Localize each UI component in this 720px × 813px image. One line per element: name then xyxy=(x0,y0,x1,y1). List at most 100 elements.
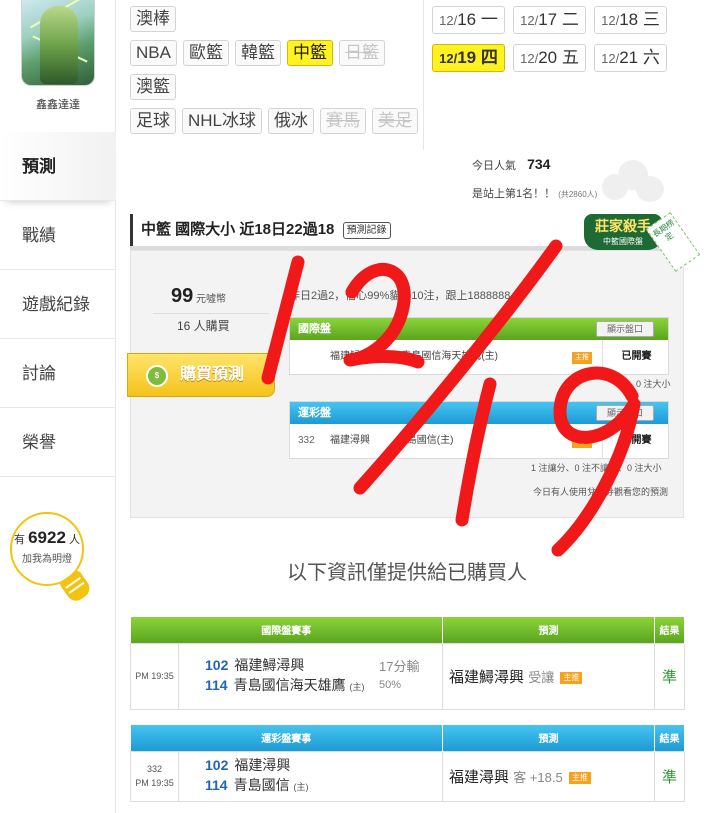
date-day: 21 xyxy=(619,48,639,67)
follow-label: 加我為明燈 xyxy=(22,554,72,565)
sport-tag-horse-racing: 賽馬 xyxy=(320,108,367,134)
score-text: 17分輸 xyxy=(379,658,420,674)
date-weekday: 五 xyxy=(561,48,579,67)
table-row: PM 19:35 102 福建鱘潯興 114 青島國信海天雄鷹 (主) 17分輸 5… xyxy=(130,642,685,710)
intl-odds-header: 國際盤 顯示盤口 xyxy=(290,318,668,340)
date-day: 16 xyxy=(457,10,477,29)
date-month: 12/ xyxy=(520,13,539,28)
lottery-results-table: 運彩盤賽事 預測 結果 332 PM 19:35 102 福建潯興 114 青島國信… xyxy=(130,725,685,802)
sport-tag-euro-basketball[interactable]: 歐籃 xyxy=(182,40,229,66)
sport-tag-nba[interactable]: NBA xyxy=(130,40,177,66)
buy-prediction-button[interactable]: $ 購買預測 xyxy=(127,353,275,397)
sport-tag-aus-baseball[interactable]: 澳棒 xyxy=(130,6,176,32)
sidebar-item-prediction[interactable]: 預測 xyxy=(0,132,116,201)
sport-tag-china-basketball[interactable]: 中籃 xyxy=(286,40,333,66)
game-time: PM 19:35 xyxy=(135,778,174,788)
lottery-odds-header: 運彩盤 顯示盤口 xyxy=(290,402,668,424)
username: 鑫鑫達達 xyxy=(36,99,80,111)
date-12-17[interactable]: 12/17 二 xyxy=(513,6,586,34)
follower-number: 6922 xyxy=(28,528,66,547)
away-team: 福建潯興 xyxy=(330,435,370,446)
lottery-odds-panel: 運彩盤 顯示盤口 332 福建潯興 青島國信(主) 主推 已開賽 xyxy=(289,401,669,459)
home-team: 青島國信海天雄鷹(主) xyxy=(401,351,499,362)
follower-suffix: 人 xyxy=(68,534,80,546)
follow-lightbulb[interactable]: 有 6922 人 加我為明燈 xyxy=(6,506,106,606)
date-12-19[interactable]: 12/19 四 xyxy=(432,44,505,72)
date-picker: 12/16 一 12/17 二 12/18 三 12/19 四 12/20 五 … xyxy=(432,6,672,82)
game-teams: 102 福建潯興 114 青島國信 (主) xyxy=(178,750,443,802)
game-score: 17分輸 50% xyxy=(379,658,419,694)
badge-subtitle: 中籃國際盤 xyxy=(603,237,643,246)
table-header: 國際盤賽事 預測 結果 xyxy=(130,617,685,643)
avatar[interactable] xyxy=(21,0,95,86)
main-pick-badge: 主推 xyxy=(572,436,592,448)
date-day: 17 xyxy=(538,10,558,29)
buy-prediction-label: 購買預測 xyxy=(180,366,245,383)
date-12-21[interactable]: 12/21 六 xyxy=(594,44,667,72)
price-value: 99 xyxy=(171,285,194,307)
result-cell: 準 xyxy=(654,750,685,802)
sport-tag-aus-basketball[interactable]: 澳籃 xyxy=(130,74,176,100)
date-day: 18 xyxy=(619,10,639,29)
lottery-odds-row: 332 福建潯興 青島國信(主) 主推 已開賽 xyxy=(290,424,668,458)
prediction-title-text: 中籃 國際大小 近18日22過18 xyxy=(141,221,335,238)
intl-odds-panel: 國際盤 顯示盤口 福建鱘潯興 VS 青島國信海天雄鷹(主) 主推 已開賽 xyxy=(289,317,669,375)
sport-tag-nhl[interactable]: NHL冰球 xyxy=(182,108,263,134)
home-number: 114 xyxy=(205,677,228,693)
lottery-odds-footnote: 1 注讓分、0 注不讓分、0 注大小 xyxy=(531,463,662,473)
game-number: 332 xyxy=(146,764,163,774)
divider xyxy=(423,0,424,150)
main-pick-badge: 主推 xyxy=(560,671,583,684)
away-number: 102 xyxy=(205,757,229,773)
lottery-matchup: 福建潯興 青島國信(主) xyxy=(330,424,453,458)
column-prediction: 預測 xyxy=(442,617,655,643)
coin-icon: $ xyxy=(146,365,168,387)
date-month: 12/ xyxy=(439,51,458,66)
date-weekday: 二 xyxy=(561,10,579,29)
show-odds-button[interactable]: 顯示盤口 xyxy=(595,321,654,337)
game-number: 332 xyxy=(298,435,315,446)
result-cell: 準 xyxy=(654,642,685,710)
table-header: 運彩盤賽事 預測 結果 xyxy=(130,725,685,751)
away-team: 福建潯興 xyxy=(234,757,291,773)
sidebar-nav: 預測 戰績 遊戲紀錄 討論 榮譽 xyxy=(0,132,116,477)
purchaser-only-notice: 以下資訊僅提供給已購買人 xyxy=(287,562,527,584)
sport-tag-russia-hockey[interactable]: 俄冰 xyxy=(268,108,315,134)
prediction-cell: 福建潯興 客 +18.5 主推 xyxy=(442,750,655,802)
sidebar-item-discussion[interactable]: 討論 xyxy=(0,339,116,408)
buyer-count: 16 人購買 xyxy=(177,319,230,333)
game-status: 已開賽 xyxy=(602,424,670,458)
date-month: 12/ xyxy=(601,13,620,28)
home-marker: (主) xyxy=(349,682,365,692)
prediction-record-button[interactable]: 預測記錄 xyxy=(342,221,391,239)
sport-tag-korea-basketball[interactable]: 韓籃 xyxy=(234,40,281,66)
prediction-summary: 昨日2過2，信心99%貓場10注，跟上1888888 xyxy=(289,290,511,302)
game-time-cell: 332 PM 19:35 xyxy=(130,750,179,802)
main-pick-badge: 主推 xyxy=(568,771,591,784)
date-month: 12/ xyxy=(520,51,539,66)
intl-odds-title: 國際盤 xyxy=(298,323,331,335)
prediction-type: 客 +18.5 xyxy=(513,769,563,785)
sidebar-item-game-history[interactable]: 遊戲紀錄 xyxy=(0,270,116,339)
home-team: 青島國信海天雄鷹 xyxy=(233,677,346,693)
main-pick-badge: 主推 xyxy=(572,352,592,364)
column-result: 結果 xyxy=(654,617,685,643)
prediction-cell: 福建鱘潯興 受讓 主推 xyxy=(442,642,655,710)
date-12-18[interactable]: 12/18 三 xyxy=(594,6,667,34)
date-day: 19 xyxy=(457,48,477,67)
date-weekday: 四 xyxy=(480,48,498,67)
sidebar-item-honor[interactable]: 榮譽 xyxy=(0,408,116,477)
column-game: 運彩盤賽事 xyxy=(130,725,443,751)
game-time: PM 19:35 xyxy=(130,642,179,710)
prediction-card: 99 元噓幣 16 人購買 $ 購買預測 昨日2過2，信心99%貓場10注，跟上… xyxy=(127,250,684,518)
date-12-20[interactable]: 12/20 五 xyxy=(513,44,586,72)
date-12-16[interactable]: 12/16 一 xyxy=(432,6,505,34)
show-odds-button[interactable]: 顯示盤口 xyxy=(595,405,654,421)
sidebar-item-record[interactable]: 戰績 xyxy=(0,201,116,270)
date-month: 12/ xyxy=(601,51,620,66)
sport-tag-soccer[interactable]: 足球 xyxy=(130,108,176,134)
divider xyxy=(153,313,269,314)
popularity-note: (共2860人) xyxy=(558,190,598,199)
date-weekday: 一 xyxy=(480,10,498,29)
home-number: 114 xyxy=(205,777,228,793)
